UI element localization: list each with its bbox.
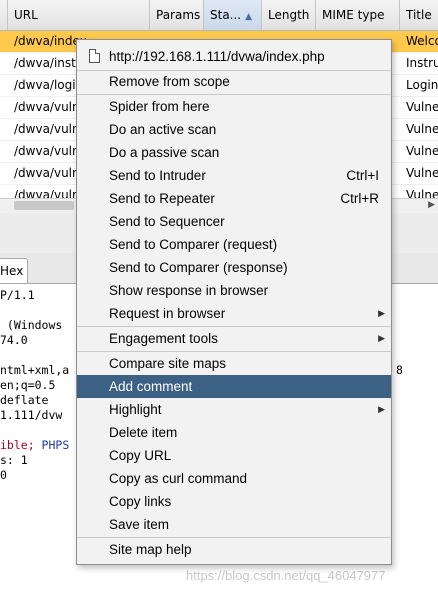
request-line: s: 1 bbox=[0, 453, 28, 467]
column-header-url[interactable]: URL bbox=[8, 0, 150, 30]
menu-item-request-in-browser[interactable]: Request in browser ▶ bbox=[77, 302, 391, 325]
cookie-name: PHPS bbox=[41, 438, 70, 452]
request-line: P/1.1 bbox=[0, 288, 35, 302]
url-cell: /dwva/login bbox=[14, 78, 84, 92]
menu-item-spider-from-here[interactable]: Spider from here bbox=[77, 95, 391, 118]
request-line-tail: 8 bbox=[396, 363, 403, 377]
menu-item-copy-links[interactable]: Copy links bbox=[77, 490, 391, 513]
menu-item-send-to-intruder[interactable]: Send to Intruder Ctrl+I bbox=[77, 164, 391, 187]
column-header-title[interactable]: Title bbox=[400, 0, 438, 30]
menu-item-send-to-sequencer[interactable]: Send to Sequencer bbox=[77, 210, 391, 233]
menu-item-copy-url[interactable]: Copy URL bbox=[77, 444, 391, 467]
request-line: (Windows bbox=[0, 318, 63, 332]
menu-item-highlight[interactable]: Highlight ▶ bbox=[77, 398, 391, 421]
title-cell: Vulne bbox=[406, 122, 438, 136]
scrollbar-thumb[interactable] bbox=[14, 201, 74, 210]
column-header-length[interactable]: Length bbox=[262, 0, 316, 30]
menu-item-delete-item[interactable]: Delete item bbox=[77, 421, 391, 444]
menu-item-show-response-in-browser[interactable]: Show response in browser bbox=[77, 279, 391, 302]
title-cell: Welco bbox=[406, 34, 438, 48]
shortcut-repeater: Ctrl+R bbox=[340, 191, 379, 206]
context-menu: http://192.168.1.111/dvwa/index.php Remo… bbox=[76, 39, 392, 565]
submenu-arrow-icon: ▶ bbox=[378, 308, 385, 318]
request-line: 0 bbox=[0, 468, 7, 482]
menu-item-active-scan[interactable]: Do an active scan bbox=[77, 118, 391, 141]
title-cell: Instru bbox=[406, 56, 438, 70]
title-cell: Login bbox=[406, 78, 438, 92]
menu-item-passive-scan[interactable]: Do a passive scan bbox=[77, 141, 391, 164]
submenu-arrow-icon: ▶ bbox=[378, 333, 385, 343]
menu-item-send-to-repeater[interactable]: Send to Repeater Ctrl+R bbox=[77, 187, 391, 210]
menu-item-send-to-comparer-request[interactable]: Send to Comparer (request) bbox=[77, 233, 391, 256]
submenu-arrow-icon: ▶ bbox=[378, 404, 385, 414]
menu-item-engagement-tools[interactable]: Engagement tools ▶ bbox=[77, 327, 391, 350]
menu-item-save-item[interactable]: Save item bbox=[77, 513, 391, 536]
menu-item-compare-site-maps[interactable]: Compare site maps bbox=[77, 352, 391, 375]
shortcut-intruder: Ctrl+I bbox=[346, 168, 379, 183]
cookie-prefix: ible; bbox=[0, 438, 42, 452]
title-cell: Vulne bbox=[406, 166, 438, 180]
request-line: ntml+xml,a bbox=[0, 363, 70, 377]
menu-item-copy-as-curl[interactable]: Copy as curl command bbox=[77, 467, 391, 490]
request-line: deflate bbox=[0, 393, 49, 407]
request-line: en;q=0.5 bbox=[0, 378, 56, 392]
menu-item-site-map-help[interactable]: Site map help bbox=[77, 538, 391, 561]
table-header: URL Params Sta... ▲ Length MIME type Titl… bbox=[0, 0, 438, 31]
menu-header-url: http://192.168.1.111/dvwa/index.php bbox=[77, 45, 391, 68]
column-header-status[interactable]: Sta... ▲ bbox=[204, 0, 262, 30]
menu-item-send-to-comparer-response[interactable]: Send to Comparer (response) bbox=[77, 256, 391, 279]
title-cell: Vulne bbox=[406, 188, 438, 198]
cookie-line: ible; PHPS bbox=[0, 438, 69, 452]
title-cell: Vulne bbox=[406, 100, 438, 114]
column-header-params[interactable]: Params bbox=[150, 0, 204, 30]
title-cell: Vulne bbox=[406, 144, 438, 158]
sort-ascending-icon: ▲ bbox=[245, 12, 253, 22]
menu-item-remove-from-scope[interactable]: Remove from scope bbox=[77, 70, 391, 93]
menu-item-add-comment[interactable]: Add comment bbox=[77, 375, 391, 398]
watermark: https://blog.csdn.net/qq_46047977 bbox=[186, 568, 386, 583]
request-line: 1.111/dvw bbox=[0, 408, 63, 422]
request-line: 74.0 bbox=[0, 333, 28, 347]
tab-hex[interactable]: Hex bbox=[0, 258, 28, 283]
document-icon bbox=[89, 49, 100, 63]
column-header-mime-type[interactable]: MIME type bbox=[316, 0, 400, 30]
column-header-blank[interactable] bbox=[0, 0, 8, 30]
scroll-right-icon[interactable]: ▶ bbox=[428, 200, 435, 210]
